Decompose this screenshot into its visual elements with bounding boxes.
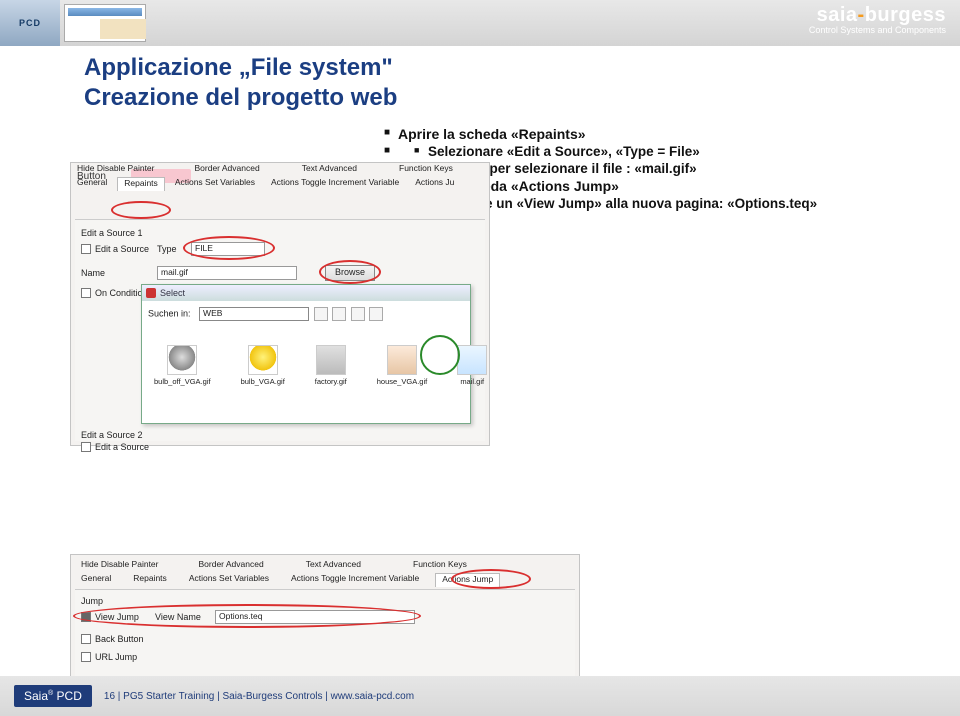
checkbox-edit-source-2[interactable] xyxy=(81,442,91,452)
s2-tabs-bot: General Repaints Actions Set Variables A… xyxy=(75,573,500,587)
tabs-row-bottom: General Repaints Actions Set Variables A… xyxy=(71,177,460,191)
name-input[interactable]: mail.gif xyxy=(157,266,297,280)
s2-tab-border[interactable]: Border Advanced xyxy=(192,559,269,573)
newfolder-icon[interactable] xyxy=(351,307,365,321)
up-icon[interactable] xyxy=(332,307,346,321)
bullet-1: Aprire la scheda «Repaints» xyxy=(384,126,940,142)
lookin-label: Suchen in: xyxy=(148,308,191,318)
back-icon[interactable] xyxy=(314,307,328,321)
s2-tab-general[interactable]: General xyxy=(75,573,117,587)
oval-browse xyxy=(319,260,381,284)
bullet-2-text: Selezionare «Edit a Source», «Type = Fil… xyxy=(414,144,940,159)
file-factory-label: factory.gif xyxy=(315,377,347,386)
bulb-on-icon xyxy=(248,345,278,375)
oval-type xyxy=(183,236,275,260)
folder-value: WEB xyxy=(203,308,222,318)
oval-mail xyxy=(420,335,460,375)
name-label: Name xyxy=(81,268,105,278)
footer-logo: Saia® PCD xyxy=(14,685,92,707)
file-bulb-on[interactable]: bulb_VGA.gif xyxy=(241,345,285,386)
brand-logo-b: burgess xyxy=(865,4,946,26)
pcd-badge-text: PCD xyxy=(19,18,41,28)
checkbox-edit-source[interactable] xyxy=(81,244,91,254)
select-titlebar: Select xyxy=(142,285,470,301)
type-label: Type xyxy=(157,244,177,254)
brand-logo-a: saia xyxy=(817,4,858,26)
header-thumbnail xyxy=(64,4,146,42)
brand-dash-icon: - xyxy=(858,4,865,26)
tab-text-adv[interactable]: Text Advanced xyxy=(296,163,363,177)
back-button-label: Back Button xyxy=(95,634,144,644)
tab-actions-set-vars[interactable]: Actions Set Variables xyxy=(169,177,261,191)
tab-actions-toggle[interactable]: Actions Toggle Increment Variable xyxy=(265,177,405,191)
checkbox-url-jump[interactable] xyxy=(81,652,91,662)
brand-tagline: Control Systems and Components xyxy=(809,25,946,35)
s2-tab-toggle[interactable]: Actions Toggle Increment Variable xyxy=(285,573,425,587)
footer: Saia® PCD 16 | PG5 Starter Training | Sa… xyxy=(0,676,960,716)
edit-source-2-label: Edit a Source 2 xyxy=(81,430,143,440)
brand: saia-burgess Control Systems and Compone… xyxy=(809,4,946,35)
pcd-badge: PCD xyxy=(0,0,60,46)
s2-tab-repaints[interactable]: Repaints xyxy=(127,573,173,587)
url-jump-label: URL Jump xyxy=(95,652,137,662)
tab-actions-jump-cut[interactable]: Actions Ju xyxy=(409,177,460,191)
jump-label: Jump xyxy=(81,596,103,606)
file-mail[interactable]: mail.gif xyxy=(457,345,487,386)
oval-view-jump-row xyxy=(73,604,421,628)
select-title: Select xyxy=(160,288,185,298)
screenshot-1: Button Hide Disable Painter Border Advan… xyxy=(70,162,490,446)
tab-general[interactable]: General xyxy=(71,177,113,191)
s2-tab-text[interactable]: Text Advanced xyxy=(300,559,367,573)
s2-panel: Jump View Jump View Name Options.teq Bac… xyxy=(75,589,575,689)
checkbox-back-button[interactable] xyxy=(81,634,91,644)
bulb-off-icon xyxy=(167,345,197,375)
page-title-1: Applicazione „File system" xyxy=(84,54,940,82)
on-condition-label: On Condition xyxy=(95,288,148,298)
header-bar: PCD saia-burgess Control Systems and Com… xyxy=(0,0,960,46)
tab-repaints[interactable]: Repaints xyxy=(117,177,165,191)
view-icon[interactable] xyxy=(369,307,383,321)
edit-source-2-chk-label: Edit a Source xyxy=(95,442,149,452)
bullet-3-text: Sfogliare per selezionare il file : «mai… xyxy=(414,161,940,176)
tab-border-adv[interactable]: Border Advanced xyxy=(188,163,265,177)
bullet-5-text: Impostare un «View Jump» alla nuova pagi… xyxy=(414,196,940,211)
footer-logo-a: Saia xyxy=(24,689,48,703)
select-body: Suchen in: WEB bulb_off_VGA.gif bulb_VGA… xyxy=(142,301,470,392)
slide-content: Applicazione „File system" Creazione del… xyxy=(0,54,960,676)
s2-tab-setvar[interactable]: Actions Set Variables xyxy=(183,573,275,587)
file-bulb-on-label: bulb_VGA.gif xyxy=(241,377,285,386)
brand-logo: saia-burgess xyxy=(809,4,946,27)
edit-source-1-label: Edit a Source 1 xyxy=(81,228,143,238)
footer-logo-b: PCD xyxy=(57,689,82,703)
page-title-2: Creazione del progetto web xyxy=(84,84,940,112)
select-app-icon xyxy=(146,288,156,298)
s2-tabs-top: Hide Disable Painter Border Advanced Tex… xyxy=(75,559,473,573)
tabs-row-top: Hide Disable Painter Border Advanced Tex… xyxy=(71,163,459,177)
s1-panel: Edit a Source 1 Edit a Source Type FILE … xyxy=(75,219,485,441)
house-icon xyxy=(387,345,417,375)
reg-icon: ® xyxy=(48,690,53,697)
name-value: mail.gif xyxy=(158,267,188,277)
tab-hide-disable[interactable]: Hide Disable Painter xyxy=(71,163,160,177)
checkbox-on-condition[interactable] xyxy=(81,288,91,298)
file-factory[interactable]: factory.gif xyxy=(315,345,347,386)
file-house-label: house_VGA.gif xyxy=(377,377,427,386)
file-bulb-off-label: bulb_off_VGA.gif xyxy=(154,377,211,386)
select-dialog: Select Suchen in: WEB bulb_off_VGA.gif b… xyxy=(141,284,471,424)
footer-text: 16 | PG5 Starter Training | Saia-Burgess… xyxy=(104,691,414,702)
file-grid: bulb_off_VGA.gif bulb_VGA.gif factory.gi… xyxy=(154,345,464,386)
folder-dropdown[interactable]: WEB xyxy=(199,307,309,321)
oval-actions-jump xyxy=(451,569,531,589)
s2-tab-hide[interactable]: Hide Disable Painter xyxy=(75,559,164,573)
file-mail-label: mail.gif xyxy=(460,377,484,386)
oval-repaints xyxy=(111,201,171,219)
mail-icon xyxy=(457,345,487,375)
screenshot-2: Hide Disable Painter Border Advanced Tex… xyxy=(70,554,580,694)
file-bulb-off[interactable]: bulb_off_VGA.gif xyxy=(154,345,211,386)
factory-icon xyxy=(316,345,346,375)
tab-function-keys[interactable]: Function Keys xyxy=(393,163,459,177)
edit-source-label: Edit a Source xyxy=(95,244,149,254)
